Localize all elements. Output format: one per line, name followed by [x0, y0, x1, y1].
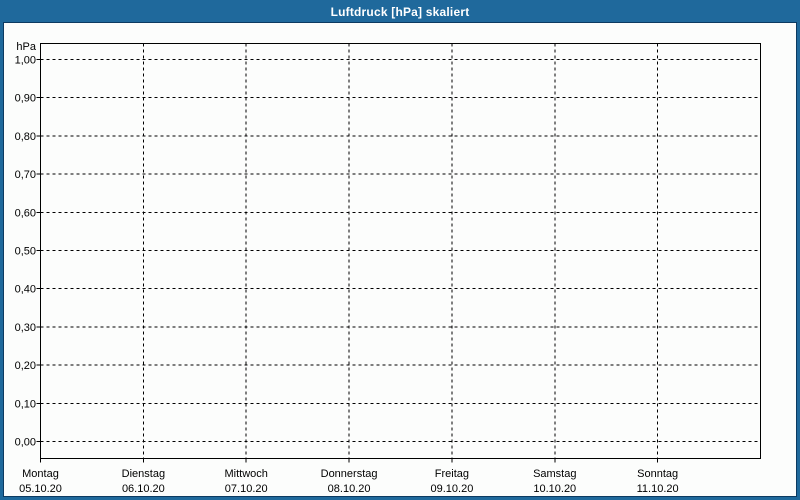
y-tick-label: 1,00 [15, 55, 36, 67]
y-tick-label: 0,20 [15, 360, 36, 372]
x-date-label: 11.10.20 [637, 483, 679, 495]
title-bar: Luftdruck [hPa] skaliert [0, 0, 800, 22]
x-date-label: 06.10.20 [122, 483, 165, 495]
y-tick-label: 0,90 [15, 93, 36, 105]
y-tick-label: 0,00 [15, 437, 36, 449]
x-day-label: Sonntag [637, 468, 678, 480]
chart-title: Luftdruck [hPa] skaliert [330, 4, 470, 19]
x-day-label: Freitag [435, 468, 469, 480]
y-axis-unit-label: hPa [16, 41, 36, 53]
x-day-label: Montag [22, 468, 59, 480]
x-date-label: 10.10.20 [533, 483, 576, 495]
x-day-label: Donnerstag [321, 468, 378, 480]
y-tick-label: 0,30 [15, 322, 36, 334]
x-date-label: 07.10.20 [225, 483, 268, 495]
chart-surface: 1,00 0,90 0,80 0,70 0,60 0,50 0,40 0,30 0,20 0,10… [3, 22, 797, 497]
x-date-label: 08.10.20 [328, 483, 371, 495]
x-day-label: Dienstag [122, 468, 165, 480]
y-tick-label: 0,10 [15, 398, 36, 410]
y-tick-label: 0,80 [15, 131, 36, 143]
x-date-label: 05.10.20 [19, 483, 62, 495]
y-tick-label: 0,60 [15, 207, 36, 219]
y-tick-label: 0,70 [15, 169, 36, 181]
x-day-label: Mittwoch [225, 468, 268, 480]
y-tick-label: 0,40 [15, 284, 36, 296]
x-day-label: Samstag [533, 468, 576, 480]
pressure-chart-plot: 1,00 0,90 0,80 0,70 0,60 0,50 0,40 0,30 0,20 0,10… [15, 41, 761, 495]
x-date-label: 09.10.20 [431, 483, 474, 495]
app-window: Luftdruck [hPa] skaliert 1,00 0,90 0,80 0,7… [0, 0, 800, 500]
y-tick-label: 0,50 [15, 246, 36, 258]
